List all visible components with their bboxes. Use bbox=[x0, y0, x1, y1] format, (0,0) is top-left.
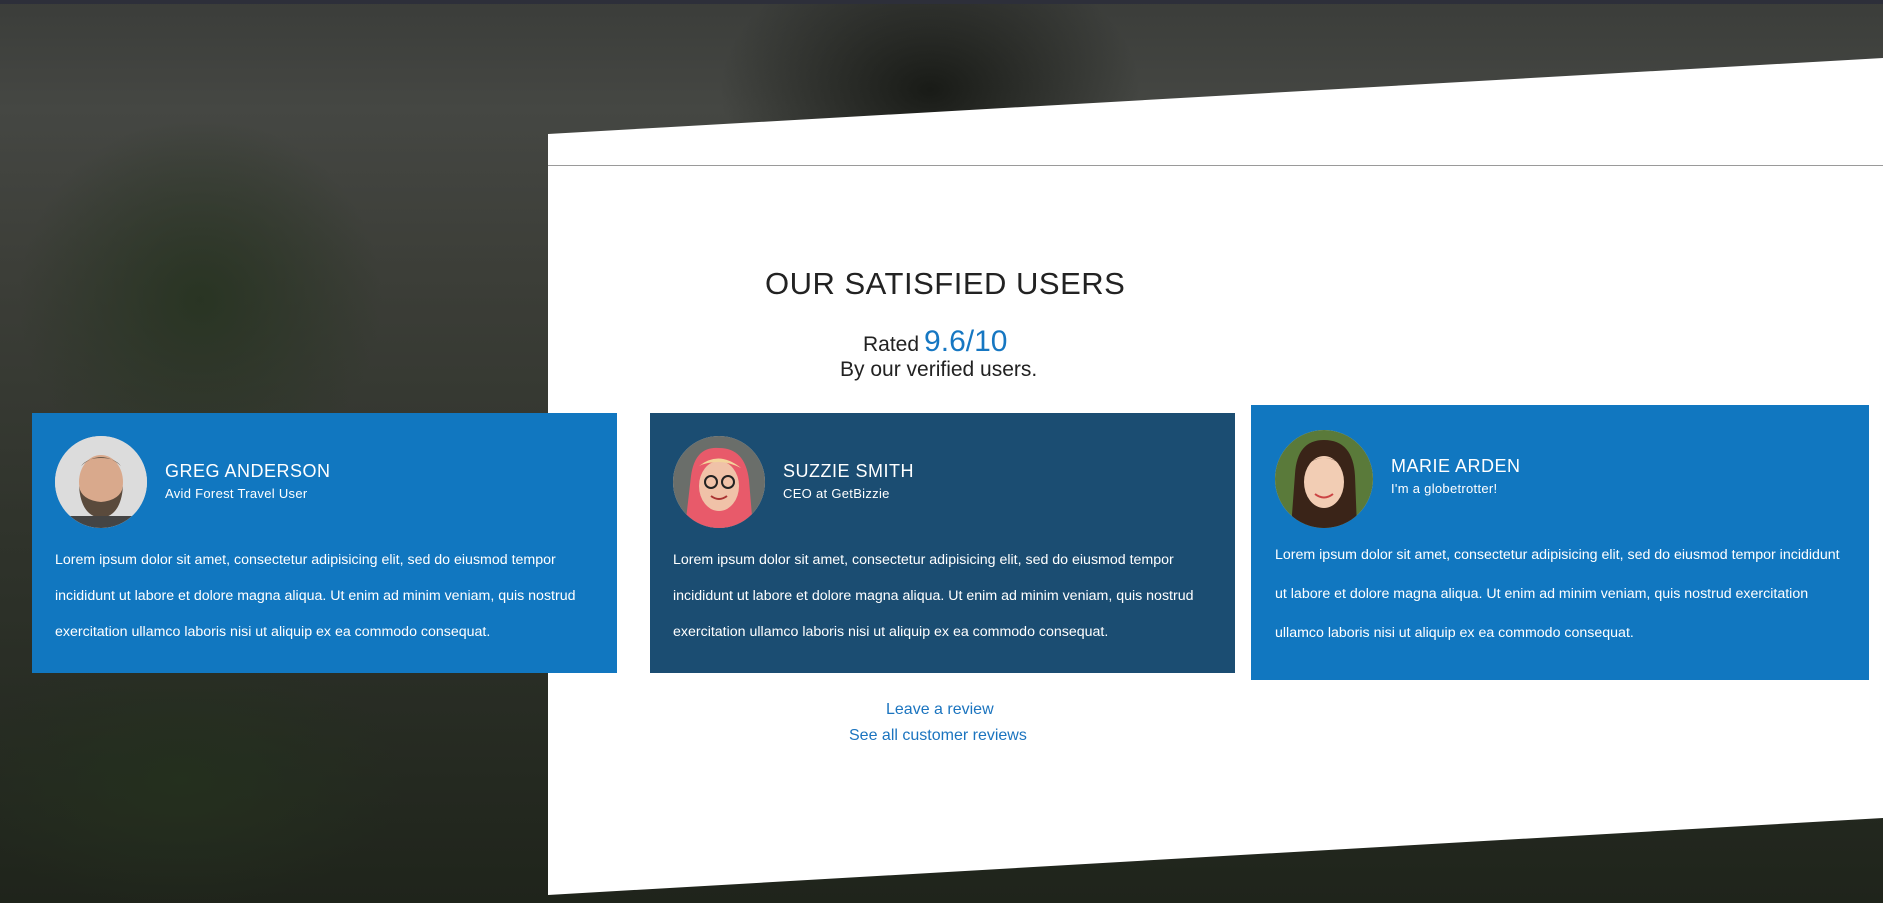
leave-review-link[interactable]: Leave a review bbox=[886, 701, 994, 719]
testimonial-card: SUZZIE SMITH CEO at GetBizzie Lorem ipsu… bbox=[650, 413, 1235, 673]
rating-line: Rated 9.6/10 bbox=[863, 325, 1007, 359]
rated-label: Rated bbox=[863, 333, 920, 356]
rating-subtitle: By our verified users. bbox=[840, 358, 1038, 381]
section-title: OUR SATISFIED USERS bbox=[765, 266, 1126, 301]
testimonial-quote: Lorem ipsum dolor sit amet, consectetur … bbox=[1275, 547, 1840, 641]
see-all-reviews-link[interactable]: See all customer reviews bbox=[849, 727, 1027, 745]
testimonial-quote: Lorem ipsum dolor sit amet, consectetur … bbox=[55, 552, 576, 640]
rating-score: 9.6/10 bbox=[924, 325, 1008, 358]
top-border bbox=[0, 0, 1883, 4]
testimonial-card: MARIE ARDEN I'm a globetrotter! Lorem ip… bbox=[1251, 405, 1869, 680]
testimonial-quote: Lorem ipsum dolor sit amet, consectetur … bbox=[673, 552, 1194, 640]
testimonial-role: I'm a globetrotter! bbox=[1391, 481, 1498, 496]
avatar bbox=[1275, 430, 1373, 528]
avatar bbox=[55, 436, 147, 528]
divider bbox=[548, 165, 1883, 166]
testimonial-role: Avid Forest Travel User bbox=[165, 486, 308, 501]
testimonial-role: CEO at GetBizzie bbox=[783, 486, 890, 501]
avatar bbox=[673, 436, 765, 528]
testimonial-card: GREG ANDERSON Avid Forest Travel User Lo… bbox=[32, 413, 617, 673]
testimonial-name: MARIE ARDEN bbox=[1391, 456, 1521, 476]
testimonial-name: SUZZIE SMITH bbox=[783, 461, 914, 481]
testimonial-name: GREG ANDERSON bbox=[165, 461, 331, 481]
